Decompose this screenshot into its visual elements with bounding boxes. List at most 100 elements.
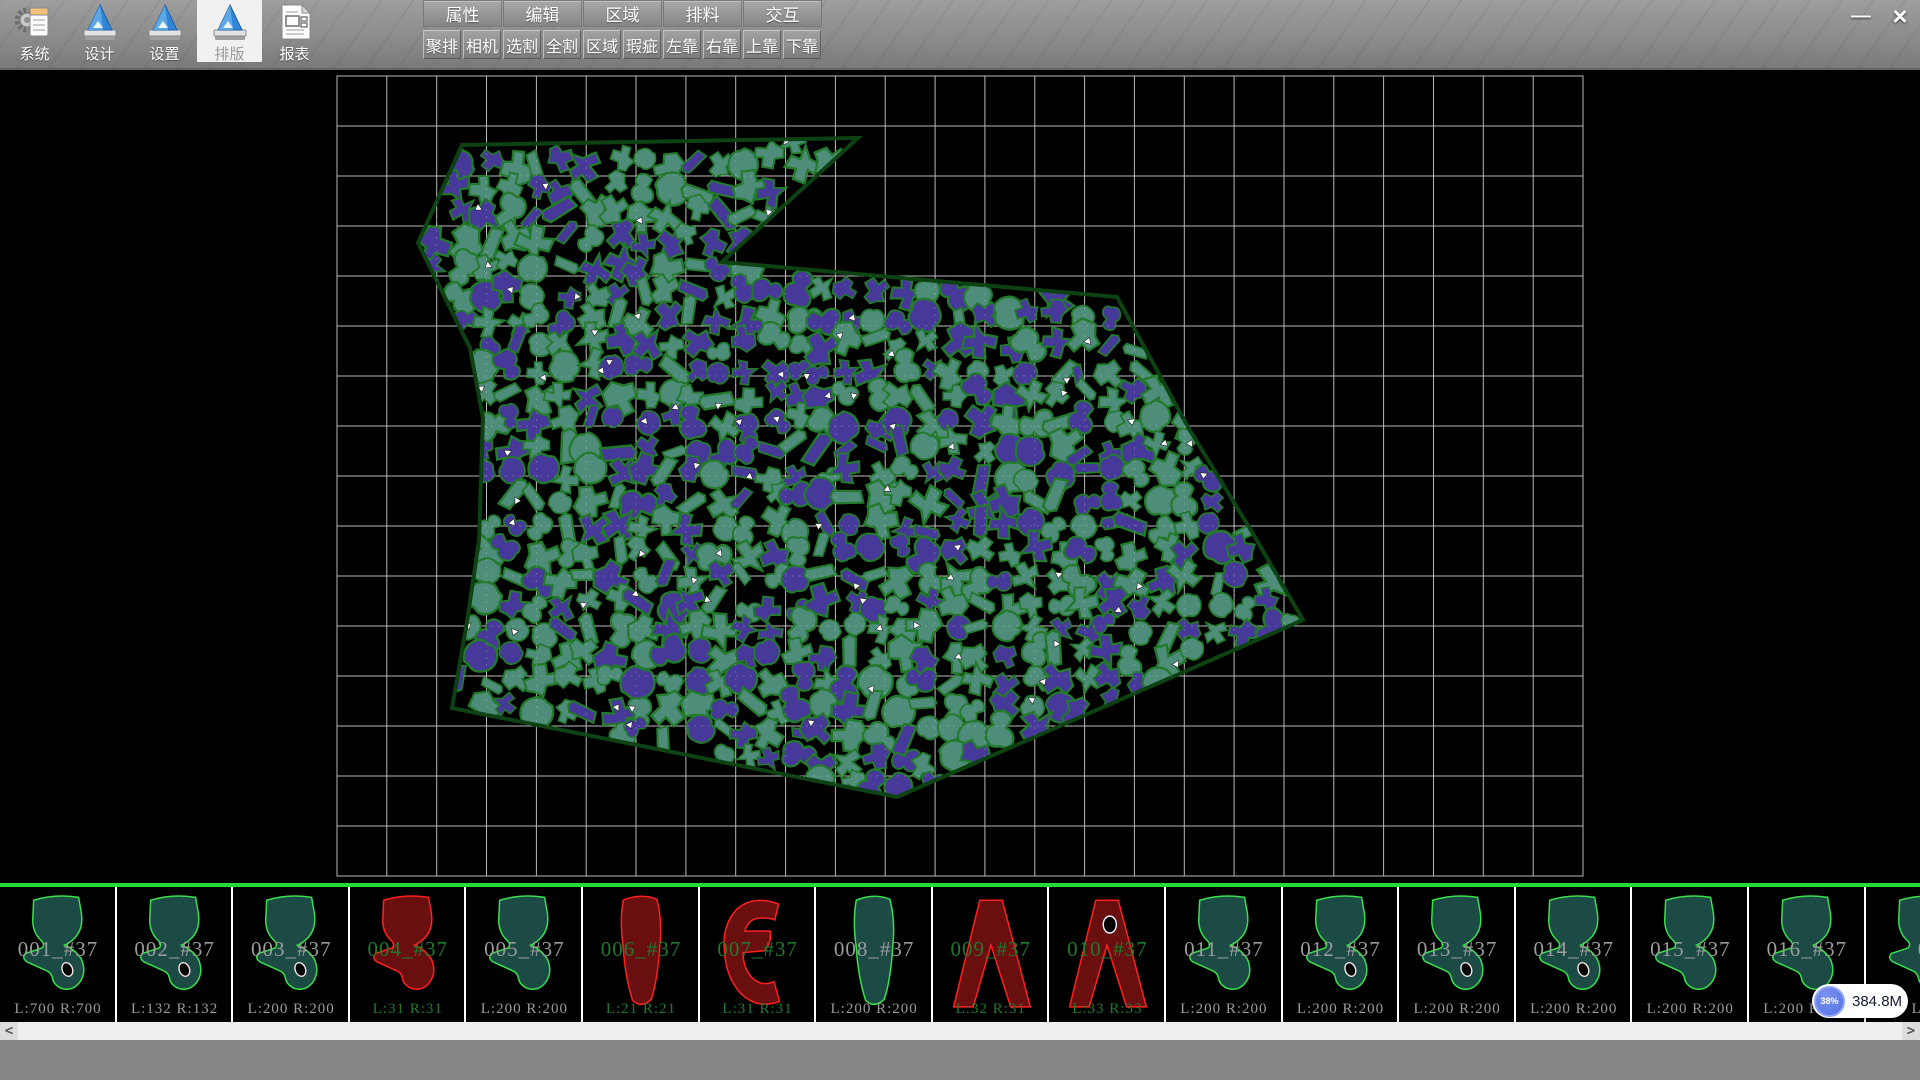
- piece-id-label: 013_#37: [1399, 937, 1515, 962]
- thumbnail-cell[interactable]: 007_#37 L:31 R:31: [700, 887, 817, 1022]
- piece-id-label: 008_#37: [816, 937, 932, 962]
- piece-lr-label: L:200 R:200: [1283, 1001, 1399, 1018]
- thumbnail-cell[interactable]: 012_#37 L:200 R:200: [1283, 887, 1400, 1022]
- report-doc-icon: [274, 2, 316, 42]
- tab-edit[interactable]: 编辑: [503, 0, 582, 27]
- scroll-track[interactable]: [18, 1022, 1902, 1040]
- piece-id-label: 007_#37: [700, 937, 816, 962]
- thumbnail-cell[interactable]: 011_#37 L:200 R:200: [1166, 887, 1283, 1022]
- piece-lr-label: L:32 R:31: [933, 1001, 1049, 1018]
- btn-snap-left[interactable]: 左靠: [663, 30, 701, 59]
- piece-lr-label: L:700 R:700: [0, 1001, 116, 1018]
- piece-lr-label: L:200 R:200: [1399, 1001, 1515, 1018]
- progress-percent: 38%: [1820, 996, 1838, 1006]
- piece-lr-label: L:33 R:33: [1049, 1001, 1165, 1018]
- thumbnail-content: 014_#37 L:200 R:200: [1516, 887, 1632, 1022]
- tab-region[interactable]: 区域: [583, 0, 662, 27]
- nesting-canvas-host: [0, 70, 1920, 883]
- tab-interact[interactable]: 交互: [743, 0, 822, 27]
- piece-lr-label: L:31 R:31: [700, 1001, 816, 1018]
- piece-lr-label: L:21 R:21: [583, 1001, 699, 1018]
- memory-badge[interactable]: 38% 384.8M: [1812, 984, 1908, 1018]
- layout-button[interactable]: 排版: [197, 0, 262, 62]
- menu-tab-bar: 属性编辑区域排料交互: [423, 0, 823, 27]
- set-square-icon: [144, 2, 186, 42]
- thumbnail-cell[interactable]: 006_#37 L:21 R:21: [583, 887, 700, 1022]
- piece-id-label: 015_#37: [1632, 937, 1748, 962]
- btn-select-cut[interactable]: 选割: [503, 30, 541, 59]
- h-scrollbar[interactable]: < >: [0, 1022, 1920, 1040]
- thumbnail-cell[interactable]: 001_#37 L:700 R:700: [0, 887, 117, 1022]
- thumbnail-strip: 001_#37 L:700 R:700 002_#37 L:132 R:132 …: [0, 887, 1920, 1022]
- minimize-button[interactable]: —: [1843, 3, 1879, 29]
- thumbnail-cell[interactable]: 010_#37 L:33 R:33: [1049, 887, 1166, 1022]
- piece-id-label: 014_#37: [1516, 937, 1632, 962]
- close-button[interactable]: ×: [1882, 3, 1918, 29]
- piece-lr-label: L:200 R:200: [1632, 1001, 1748, 1018]
- memory-label: 384.8M: [1852, 993, 1902, 1010]
- thumbnail-content: 002_#37 L:132 R:132: [117, 887, 233, 1022]
- thumbnail-content: 011_#37 L:200 R:200: [1166, 887, 1282, 1022]
- thumbnail-cell[interactable]: 004_#37 L:31 R:31: [350, 887, 467, 1022]
- thumbnail-cell[interactable]: 014_#37 L:200 R:200: [1516, 887, 1633, 1022]
- piece-id-label: 005_#37: [466, 937, 582, 962]
- btn-cut-all[interactable]: 全割: [543, 30, 581, 59]
- btn-region[interactable]: 区域: [583, 30, 621, 59]
- piece-lr-label: L:200 R:200: [1166, 1001, 1282, 1018]
- piece-lr-label: L:31 R:31: [350, 1001, 466, 1018]
- thumbnail-content: 008_#37 L:200 R:200: [816, 887, 932, 1022]
- system-button[interactable]: 系统: [2, 0, 67, 62]
- app-window: 系统 设计 设置 排版 报表 属性编辑区域排料交互 聚排相机选割全割区域瑕疵左靠…: [0, 0, 1920, 1080]
- thumbnail-content: 012_#37 L:200 R:200: [1283, 887, 1399, 1022]
- btn-cluster-nest[interactable]: 聚排: [423, 30, 461, 59]
- toolbar-button-label: 系统: [19, 43, 49, 64]
- toolbar-button-label: 设置: [149, 43, 179, 64]
- btn-snap-top[interactable]: 上靠: [743, 30, 781, 59]
- piece-lr-label: L:200 R:200: [816, 1001, 932, 1018]
- thumbnail-cell[interactable]: 013_#37 L:200 R:200: [1399, 887, 1516, 1022]
- app-toolbar: 系统 设计 设置 排版 报表: [2, 0, 327, 62]
- piece-id-label: 003_#37: [233, 937, 349, 962]
- piece-id-label: 010_#37: [1049, 937, 1165, 962]
- thumbnail-content: 006_#37 L:21 R:21: [583, 887, 699, 1022]
- thumbnail-content: 007_#37 L:31 R:31: [700, 887, 816, 1022]
- thumbnail-content: 004_#37 L:31 R:31: [350, 887, 466, 1022]
- thumbnail-cell[interactable]: 003_#37 L:200 R:200: [233, 887, 350, 1022]
- status-bar: [0, 1040, 1920, 1080]
- progress-circle: 38%: [1814, 986, 1845, 1017]
- nesting-canvas[interactable]: [0, 70, 1920, 883]
- tab-properties[interactable]: 属性: [423, 0, 502, 27]
- design-button[interactable]: 设计: [67, 0, 132, 62]
- scroll-left-button[interactable]: <: [0, 1022, 18, 1040]
- piece-lr-label: L:132 R:132: [117, 1001, 233, 1018]
- menu-area: 属性编辑区域排料交互 聚排相机选割全割区域瑕疵左靠右靠上靠下靠: [423, 0, 823, 60]
- thumbnail-cell[interactable]: 009_#37 L:32 R:31: [933, 887, 1050, 1022]
- thumbnail-content: 015_#37 L:200 R:200: [1632, 887, 1748, 1022]
- toolbar: 系统 设计 设置 排版 报表 属性编辑区域排料交互 聚排相机选割全割区域瑕疵左靠…: [0, 0, 1920, 70]
- thumbnail-content: 013_#37 L:200 R:200: [1399, 887, 1515, 1022]
- piece-id-label: 004_#37: [350, 937, 466, 962]
- action-button-bar: 聚排相机选割全割区域瑕疵左靠右靠上靠下靠: [423, 30, 823, 60]
- thumbnail-cell[interactable]: 002_#37 L:132 R:132: [117, 887, 234, 1022]
- toolbar-button-label: 排版: [214, 43, 244, 64]
- settings-button[interactable]: 设置: [132, 0, 197, 62]
- piece-id-label: 016_#37: [1749, 937, 1865, 962]
- piece-lr-label: L:200 R:200: [466, 1001, 582, 1018]
- tab-nesting[interactable]: 排料: [663, 0, 742, 27]
- set-square-icon: [79, 2, 121, 42]
- thumbnail-cell[interactable]: 008_#37 L:200 R:200: [816, 887, 933, 1022]
- piece-id-label: 012_#37: [1283, 937, 1399, 962]
- piece-id-label: 011_#37: [1166, 937, 1282, 962]
- btn-snap-right[interactable]: 右靠: [703, 30, 741, 59]
- thumbnail-cell[interactable]: 005_#37 L:200 R:200: [466, 887, 583, 1022]
- thumbnail-cell[interactable]: 015_#37 L:200 R:200: [1632, 887, 1749, 1022]
- piece-lr-label: L:200 R:200: [233, 1001, 349, 1018]
- btn-defect[interactable]: 瑕疵: [623, 30, 661, 59]
- thumbnail-content: 003_#37 L:200 R:200: [233, 887, 349, 1022]
- thumbnail-content: 009_#37 L:32 R:31: [933, 887, 1049, 1022]
- btn-snap-bottom[interactable]: 下靠: [783, 30, 821, 59]
- btn-camera[interactable]: 相机: [463, 30, 501, 59]
- scroll-right-button[interactable]: >: [1902, 1022, 1920, 1040]
- report-button[interactable]: 报表: [262, 0, 327, 62]
- piece-id-label: 001_#37: [0, 937, 116, 962]
